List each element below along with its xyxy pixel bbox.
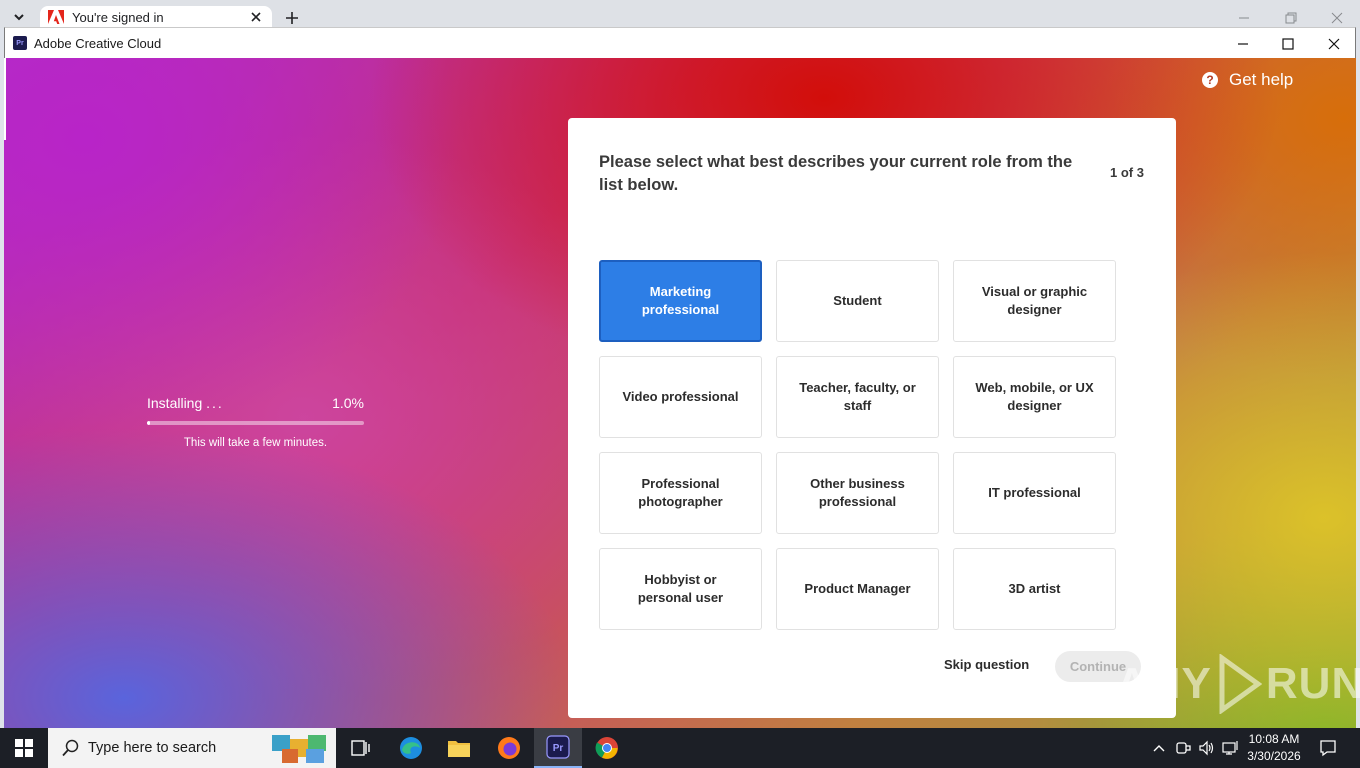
premiere-pro-taskbar-icon[interactable]: Pr [534, 728, 582, 768]
window-title: Adobe Creative Cloud [34, 35, 162, 51]
browser-tab-signed-in[interactable]: You're signed in [40, 6, 272, 28]
left-edge-strip [4, 58, 6, 140]
step-counter: 1 of 3 [1110, 165, 1144, 180]
chrome-icon[interactable] [583, 728, 631, 768]
dialog-question: Please select what best describes your c… [599, 153, 1073, 194]
role-option-teacher-faculty-staff[interactable]: Teacher, faculty, or staff [776, 356, 939, 438]
network-device-icon[interactable] [1173, 728, 1193, 768]
install-status: Installing ... [147, 395, 224, 411]
close-icon[interactable] [1322, 32, 1346, 56]
role-selection-dialog: Please select what best describes your c… [568, 118, 1176, 718]
role-option-hobbyist-personal-user[interactable]: Hobbyist or personal user [599, 548, 762, 630]
role-option-product-manager[interactable]: Product Manager [776, 548, 939, 630]
adobe-logo-icon [48, 10, 64, 24]
minimize-icon[interactable] [1231, 32, 1255, 56]
clock-date: 3/30/2026 [1247, 749, 1301, 763]
edge-browser-icon[interactable] [387, 728, 435, 768]
tray-chevron-up-icon[interactable] [1150, 728, 1168, 768]
install-progress: Installing ... 1.0% This will take a few… [147, 395, 364, 449]
watermark-left-text: ANY [1116, 659, 1212, 708]
svg-text:Pr: Pr [553, 743, 564, 754]
taskbar: Type here to search Pr 10:08 AM 3/30/202… [0, 728, 1360, 768]
windows-start-icon[interactable] [0, 728, 48, 768]
volume-icon[interactable] [1196, 728, 1218, 768]
premiere-app-icon: Pr [13, 36, 27, 50]
role-option-3d-artist[interactable]: 3D artist [953, 548, 1116, 630]
taskbar-search-box[interactable]: Type here to search [48, 728, 336, 768]
browser-restore-icon[interactable] [1281, 8, 1301, 28]
browser-minimize-icon[interactable] [1234, 8, 1254, 28]
anyrun-watermark: ANY RUN [1116, 654, 1360, 714]
file-explorer-icon[interactable] [435, 728, 483, 768]
search-icon [62, 739, 79, 757]
clock-time: 10:08 AM [1248, 732, 1300, 746]
firefox-icon[interactable] [485, 728, 533, 768]
new-tab-plus-icon[interactable] [282, 8, 302, 28]
get-help-label: Get help [1229, 70, 1294, 89]
role-options-grid: Marketing professional Student Visual or… [599, 260, 1116, 630]
notifications-icon[interactable] [1316, 728, 1340, 768]
question-icon: ? [1202, 72, 1218, 88]
install-progress-fill [147, 421, 151, 425]
taskbar-clock[interactable]: 10:08 AM 3/30/2026 [1246, 731, 1302, 765]
role-option-visual-graphic-designer[interactable]: Visual or graphic designer [953, 260, 1116, 342]
puzzle-pieces-icon [272, 735, 326, 763]
maximize-icon[interactable] [1276, 32, 1300, 56]
tab-close-icon[interactable] [246, 7, 266, 27]
browser-tab-title: You're signed in [72, 9, 164, 25]
search-placeholder: Type here to search [88, 740, 217, 756]
role-option-marketing-professional[interactable]: Marketing professional [599, 260, 762, 342]
watermark-right-text: RUN [1265, 659, 1360, 708]
app-title-bar: Pr Adobe Creative Cloud [4, 27, 1356, 58]
install-percent: 1.0% [332, 395, 364, 411]
role-option-professional-photographer[interactable]: Professional photographer [599, 452, 762, 534]
browser-close-icon[interactable] [1327, 8, 1347, 28]
watermark-play-icon [1219, 654, 1262, 714]
tab-search-chevron-down-icon[interactable] [6, 6, 32, 28]
get-help-link[interactable]: ? Get help [1202, 70, 1293, 90]
network-icon[interactable] [1220, 728, 1242, 768]
role-option-it-professional[interactable]: IT professional [953, 452, 1116, 534]
task-view-icon[interactable] [336, 728, 384, 768]
role-option-other-business-professional[interactable]: Other business professional [776, 452, 939, 534]
role-option-web-mobile-ux-designer[interactable]: Web, mobile, or UX designer [953, 356, 1116, 438]
role-option-video-professional[interactable]: Video professional [599, 356, 762, 438]
skip-question-button[interactable]: Skip question [944, 657, 1029, 672]
browser-tab-strip: You're signed in [0, 0, 1360, 28]
install-note: This will take a few minutes. [183, 437, 328, 449]
install-progress-bar [147, 421, 364, 425]
role-option-student[interactable]: Student [776, 260, 939, 342]
